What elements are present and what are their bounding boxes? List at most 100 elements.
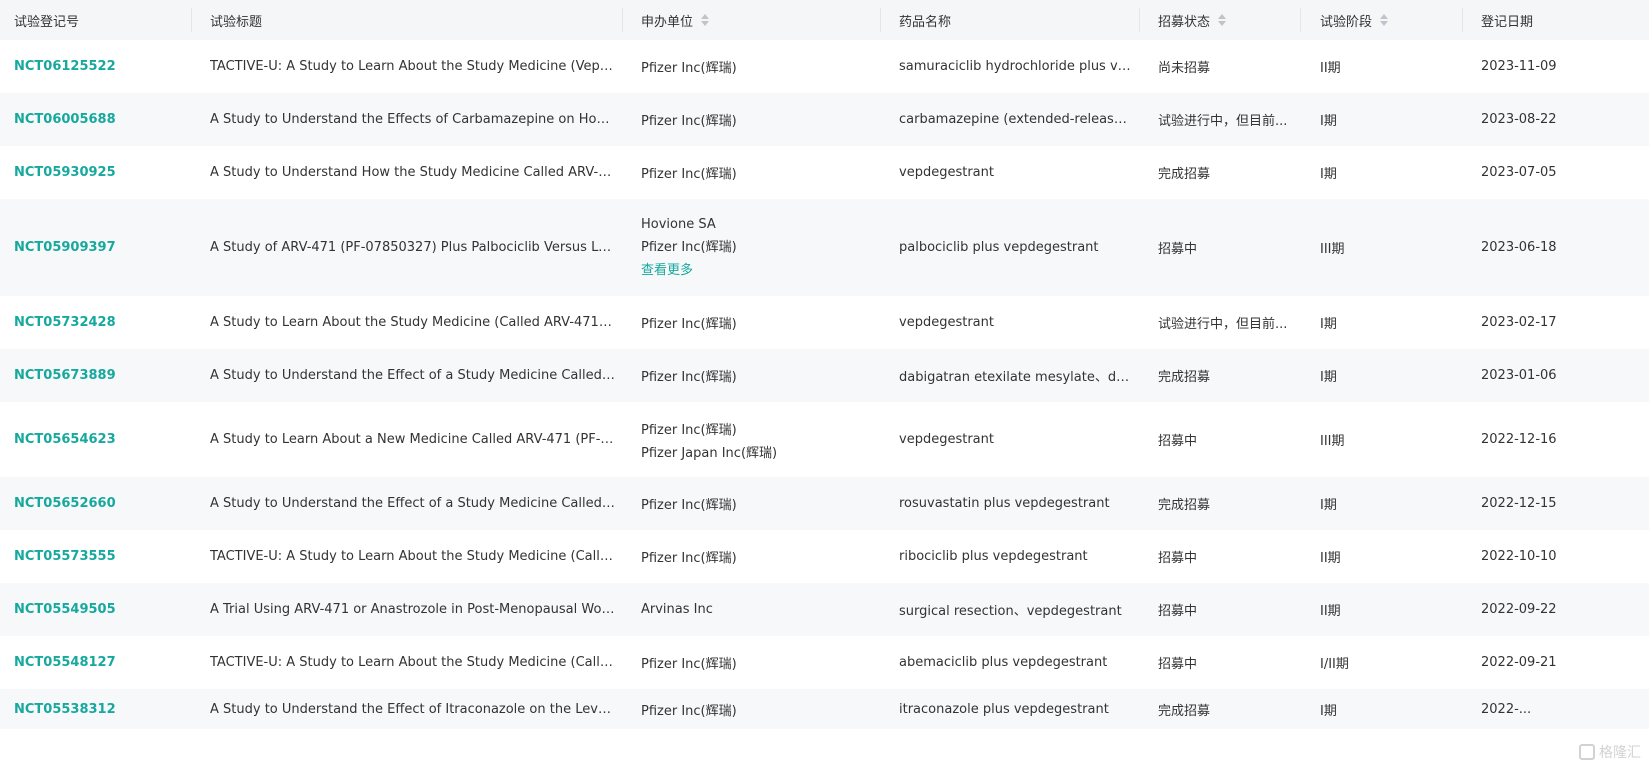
trial-id-link[interactable]: NCT06125522 (14, 59, 116, 74)
table-row[interactable]: NCT05549505 A Trial Using ARV-471 or Anas… (0, 583, 1649, 636)
table-row[interactable]: NCT05538312 A Study to Understand the Eff… (0, 689, 1649, 729)
header-title: 试验标题 (210, 0, 262, 40)
trial-id-link[interactable]: NCT05573555 (14, 549, 116, 564)
sponsor-name: Pfizer Inc(辉瑞) (641, 167, 737, 182)
header-sponsor-label: 申办单位 (641, 14, 694, 30)
trial-phase: II期 (1320, 604, 1341, 619)
trial-title[interactable]: A Study to Understand How the Study Medi… (210, 165, 615, 180)
trial-title[interactable]: A Study to Understand the Effect of a St… (210, 368, 615, 383)
table-row[interactable]: NCT05548127 TACTIVE-U: A Study to Learn A… (0, 636, 1649, 689)
header-date-label: 登记日期 (1481, 14, 1534, 30)
sponsor-name: Hovione SA (641, 217, 716, 232)
table-row[interactable]: NCT05654623 A Study to Learn About a New … (0, 402, 1649, 477)
trial-title[interactable]: TACTIVE-U: A Study to Learn About the St… (210, 59, 615, 74)
trial-title[interactable]: A Study to Understand the Effects of Car… (210, 112, 615, 127)
header-drug-label: 药品名称 (899, 14, 952, 30)
header-sponsor[interactable]: 申办单位 (641, 0, 710, 40)
trial-id-link[interactable]: NCT05732428 (14, 315, 116, 330)
trial-id-link[interactable]: NCT06005688 (14, 112, 116, 127)
recruit-status: 试验进行中，但目前... (1158, 114, 1288, 129)
recruit-status: 完成招募 (1158, 498, 1211, 513)
table-row[interactable]: NCT05573555 TACTIVE-U: A Study to Learn A… (0, 530, 1649, 583)
trial-title[interactable]: A Study of ARV-471 (PF-07850327) Plus Pa… (210, 240, 615, 255)
register-date: 2023-06-18 (1481, 240, 1557, 255)
trial-title[interactable]: A Study to Understand the Effect of a St… (210, 496, 615, 511)
trial-title[interactable]: A Study to Understand the Effect of Itra… (210, 702, 615, 717)
drug-name: carbamazepine (extended-release), ... (899, 112, 1131, 127)
drug-name: vepdegestrant (899, 432, 994, 447)
trial-id-link[interactable]: NCT05538312 (14, 702, 116, 717)
table-row[interactable]: NCT06005688 A Study to Understand the Eff… (0, 93, 1649, 146)
view-more-link[interactable]: 查看更多 (641, 259, 693, 278)
header-status[interactable]: 招募状态 (1158, 0, 1227, 40)
column-divider[interactable] (191, 8, 192, 32)
register-date: 2022-12-15 (1481, 496, 1557, 511)
recruit-status: 招募中 (1158, 551, 1198, 566)
table-row[interactable]: NCT05732428 A Study to Learn About the St… (0, 296, 1649, 349)
header-title-label: 试验标题 (210, 14, 263, 30)
sort-icon[interactable] (1218, 14, 1227, 26)
table-body: NCT06125522 TACTIVE-U: A Study to Learn A… (0, 40, 1649, 729)
drug-name: palbociclib plus vepdegestrant (899, 240, 1099, 255)
table-row[interactable]: NCT06125522 TACTIVE-U: A Study to Learn A… (0, 40, 1649, 93)
trial-id-link[interactable]: NCT05548127 (14, 655, 116, 670)
trials-table: 试验登记号 试验标题 申办单位 药品名称 招募状态 试验阶段 登记日期 NCT0… (0, 0, 1649, 729)
sponsor-name: Pfizer Inc(辉瑞) (641, 422, 737, 438)
drug-name: surgical resection、vepdegestrant (899, 604, 1122, 619)
trial-phase: II期 (1320, 551, 1341, 566)
trial-phase: III期 (1320, 242, 1345, 257)
register-date: 2023-08-22 (1481, 112, 1557, 127)
table-row[interactable]: NCT05909397 A Study of ARV-471 (PF-078503… (0, 199, 1649, 296)
trial-phase: I期 (1320, 167, 1337, 182)
header-trial-id-label: 试验登记号 (14, 14, 80, 30)
trial-id-link[interactable]: NCT05549505 (14, 602, 116, 617)
drug-name: dabigatran etexilate mesylate、dabi... (899, 370, 1131, 385)
sponsor-name: Pfizer Inc(辉瑞) (641, 317, 737, 332)
recruit-status: 完成招募 (1158, 703, 1211, 719)
sponsor-name: Pfizer Inc(辉瑞) (641, 114, 737, 129)
column-divider[interactable] (622, 8, 623, 32)
column-divider[interactable] (880, 8, 881, 32)
trial-id-link[interactable]: NCT05909397 (14, 240, 116, 255)
register-date: 2022-... (1481, 701, 1532, 717)
recruit-status: 招募中 (1158, 242, 1198, 257)
column-divider[interactable] (1139, 8, 1140, 32)
drug-name: itraconazole plus vepdegestrant (899, 701, 1109, 717)
sponsor-name: Pfizer Inc(辉瑞) (641, 703, 737, 719)
table-row[interactable]: NCT05930925 A Study to Understand How the… (0, 146, 1649, 199)
sponsor-name: Pfizer Inc(辉瑞) (641, 551, 737, 566)
sponsor-name: Pfizer Inc(辉瑞) (641, 370, 737, 385)
trial-id-link[interactable]: NCT05673889 (14, 368, 116, 383)
sort-icon[interactable] (701, 14, 710, 26)
register-date: 2022-09-22 (1481, 602, 1557, 617)
register-date: 2023-07-05 (1481, 165, 1557, 180)
trial-title[interactable]: TACTIVE-U: A Study to Learn About the St… (210, 655, 615, 670)
trial-title[interactable]: A Trial Using ARV-471 or Anastrozole in … (210, 602, 615, 617)
sponsor-name: Pfizer Japan Inc(辉瑞) (641, 445, 778, 461)
table-row[interactable]: NCT05652660 A Study to Understand the Eff… (0, 477, 1649, 530)
table-row[interactable]: NCT05673889 A Study to Understand the Eff… (0, 349, 1649, 402)
logo-icon (1579, 744, 1595, 760)
header-drug: 药品名称 (899, 0, 951, 40)
recruit-status: 招募中 (1158, 657, 1198, 672)
trial-id-link[interactable]: NCT05654623 (14, 432, 116, 447)
register-date: 2023-02-17 (1481, 315, 1557, 330)
trial-id-link[interactable]: NCT05652660 (14, 496, 116, 511)
sort-icon[interactable] (1380, 14, 1389, 26)
trial-title[interactable]: TACTIVE-U: A Study to Learn About the St… (210, 549, 615, 564)
header-phase-label: 试验阶段 (1320, 14, 1373, 30)
column-divider[interactable] (1300, 8, 1301, 32)
sponsor-name: Pfizer Inc(辉瑞) (641, 498, 737, 513)
trial-title[interactable]: A Study to Learn About the Study Medicin… (210, 315, 615, 330)
sponsor-name: Pfizer Inc(辉瑞) (641, 240, 737, 255)
trial-phase: II期 (1320, 61, 1341, 76)
drug-name: vepdegestrant (899, 165, 994, 180)
drug-name: abemaciclib plus vepdegestrant (899, 655, 1108, 670)
trial-phase: I期 (1320, 317, 1337, 332)
trial-title[interactable]: A Study to Learn About a New Medicine Ca… (210, 432, 615, 447)
header-phase[interactable]: 试验阶段 (1320, 0, 1389, 40)
sponsor-name: Pfizer Inc(辉瑞) (641, 657, 737, 672)
column-divider[interactable] (1462, 8, 1463, 32)
trial-id-link[interactable]: NCT05930925 (14, 165, 116, 180)
watermark: 格隆汇 (1579, 742, 1641, 762)
